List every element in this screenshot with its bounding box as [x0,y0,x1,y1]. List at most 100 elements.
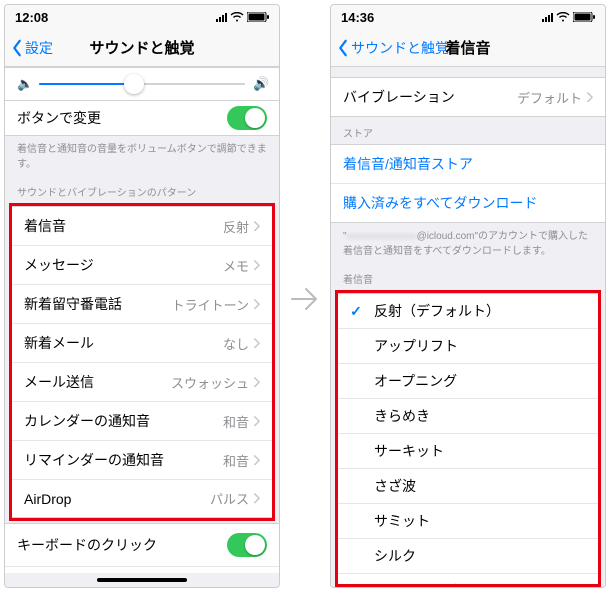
pattern-row[interactable]: AirDrop パルス [12,479,272,517]
patterns-header: サウンドとバイブレーションのパターン [5,176,279,203]
cellular-icon [216,12,227,22]
pattern-value: メモ [223,256,249,275]
keyboard-click-row: キーボードのクリック [5,524,279,566]
ringtone-label: オープニング [374,371,457,391]
chevron-right-icon [253,221,260,232]
ringtone-label: サーキット [374,441,444,461]
patterns-highlight-box: 着信音 反射メッセージ メモ新着留守番電話 トライトーン新着メール なしメール送信 スウォ… [9,203,275,521]
status-time: 14:36 [341,10,374,25]
cellular-icon [542,12,553,22]
store-header: ストア [331,117,605,144]
pattern-value: 反射 [223,217,249,236]
pattern-label: カレンダーの通知音 [24,411,150,431]
keyboard-click-label: キーボードのクリック [17,535,157,555]
ringtone-highlight-box: ✓ 反射（デフォルト） アップリフトオープニングきらめきサーキットさざ波サミットシル… [335,290,601,587]
ringtone-row[interactable]: サーキット [338,433,598,468]
pattern-value: パルス [210,489,249,508]
wifi-icon [556,12,570,22]
pattern-label: メール送信 [24,372,94,392]
checkmark-icon: ✓ [348,303,364,320]
pattern-row[interactable]: 新着留守番電話 トライトーン [12,284,272,323]
ringtone-label: シルク [374,546,416,566]
chevron-right-icon [253,416,260,427]
ringtone-label: さざ波 [374,476,416,496]
volume-slider-row: 🔈 🔊 [5,67,279,101]
pattern-row[interactable]: メッセージ メモ [12,245,272,284]
pattern-row[interactable]: カレンダーの通知音 和音 [12,401,272,440]
change-with-buttons-toggle[interactable] [227,106,267,130]
pattern-label: 新着留守番電話 [24,294,122,314]
sounds-settings-screen: 12:08 設定 サウンドと触覚 🔈 🔊 ボタンで変更 着信音と通知音の音量をボ… [4,4,280,588]
volume-low-icon: 🔈 [17,76,31,92]
pattern-value: スウォッシュ [171,373,249,392]
back-label: サウンドと触覚 [351,38,449,58]
vibration-label: バイブレーション [343,87,455,107]
ringtone-label: スターゲイズ [374,581,457,587]
ringtone-row[interactable]: シルク [338,538,598,573]
home-indicator[interactable] [5,573,279,587]
change-with-buttons-caption: 着信音と通知音の音量をボリュームボタンで調節できます。 [5,136,279,176]
pattern-value: なし [223,334,249,353]
ringtone-row[interactable]: ✓ 反射（デフォルト） [338,294,598,328]
ringtone-row[interactable]: きらめき [338,398,598,433]
pattern-label: AirDrop [24,491,71,507]
pattern-label: リマインダーの通知音 [24,450,164,470]
download-all-link[interactable]: 購入済みをすべてダウンロード [331,183,605,222]
pattern-label: メッセージ [24,255,94,275]
ringtone-label: アップリフト [374,336,458,356]
pattern-label: 新着メール [24,333,94,353]
lock-sound-row: ロック時の音 [5,566,279,573]
ringtone-row[interactable]: さざ波 [338,468,598,503]
volume-high-icon: 🔊 [253,76,267,92]
vibration-row[interactable]: バイブレーション デフォルト [331,78,605,116]
ringtone-header: 着信音 [331,263,605,290]
ringtone-row[interactable]: アップリフト [338,328,598,363]
pattern-value: 和音 [223,451,249,470]
vibration-value: デフォルト [517,88,582,107]
pattern-row[interactable]: 新着メール なし [12,323,272,362]
chevron-right-icon [253,338,260,349]
battery-icon [573,12,595,22]
ringtone-row[interactable]: スターゲイズ [338,573,598,587]
chevron-right-icon [253,493,260,504]
pattern-row[interactable]: メール送信 スウォッシュ [12,362,272,401]
chevron-right-icon [253,299,260,310]
status-icons [542,12,595,22]
nav-bar: サウンドと触覚 着信音 [331,29,605,67]
chevron-right-icon [253,260,260,271]
transition-arrow-gap [280,4,330,594]
back-button[interactable]: 設定 [11,38,53,58]
back-label: 設定 [25,38,53,58]
pattern-value: 和音 [223,412,249,431]
pattern-row[interactable]: 着信音 反射 [12,207,272,245]
ringtone-label: 反射（デフォルト） [374,301,500,321]
tone-store-label: 着信音/通知音ストア [343,154,473,174]
wifi-icon [230,12,244,22]
status-bar: 12:08 [5,5,279,29]
ringtone-label: きらめき [374,406,430,426]
download-caption: "———————@icloud.com"のアカウントで購入した着信音と通知音をす… [331,223,605,263]
ringtone-row[interactable]: サミット [338,503,598,538]
change-with-buttons-label: ボタンで変更 [17,108,101,128]
change-with-buttons-row: ボタンで変更 [5,100,279,136]
ringtone-label: サミット [374,511,430,531]
ringtone-settings-screen: 14:36 サウンドと触覚 着信音 バイブレーション デフォルト ストア [330,4,606,588]
status-bar: 14:36 [331,5,605,29]
chevron-right-icon [253,455,260,466]
pattern-row[interactable]: リマインダーの通知音 和音 [12,440,272,479]
chevron-right-icon [253,377,260,388]
battery-icon [247,12,269,22]
tone-store-link[interactable]: 着信音/通知音ストア [331,145,605,183]
status-icons [216,12,269,22]
nav-bar: 設定 サウンドと触覚 [5,29,279,67]
status-time: 12:08 [15,10,48,25]
keyboard-click-toggle[interactable] [227,533,267,557]
arrow-right-icon [288,282,322,316]
pattern-label: 着信音 [24,216,66,236]
back-button[interactable]: サウンドと触覚 [337,38,449,58]
download-all-label: 購入済みをすべてダウンロード [343,193,537,213]
pattern-value: トライトーン [172,295,249,314]
volume-slider[interactable] [39,83,245,85]
ringtone-row[interactable]: オープニング [338,363,598,398]
chevron-right-icon [586,92,593,103]
